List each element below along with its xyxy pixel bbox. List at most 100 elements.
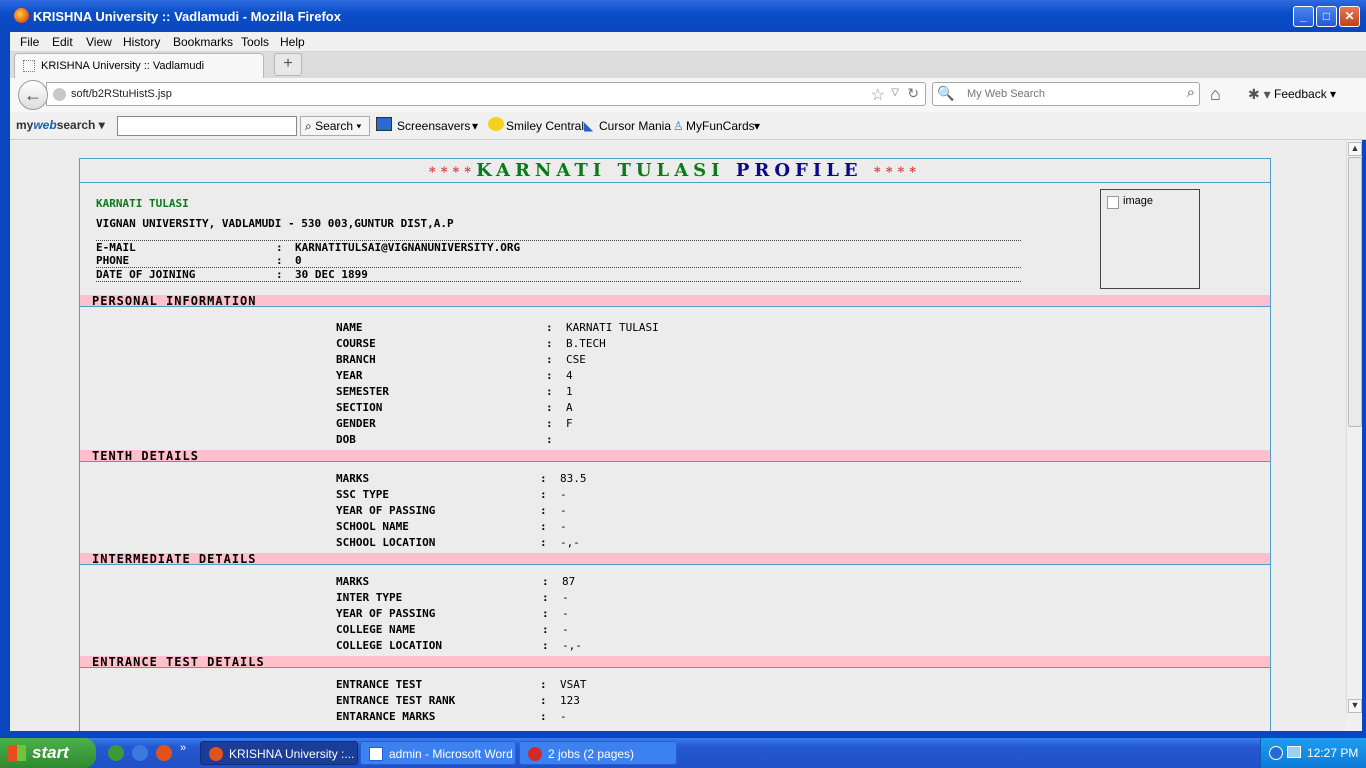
field-colon: : — [542, 607, 549, 620]
quicklaunch-more-icon[interactable]: » — [180, 742, 186, 754]
contact-value: 30 DEC 1899 — [295, 268, 368, 281]
field-colon: : — [540, 488, 547, 501]
bookmark-star-icon[interactable]: ☆ — [871, 85, 885, 105]
mws-logo-web: web — [33, 118, 57, 132]
taskbar: start » KRISHNA University :... admin - … — [0, 738, 1366, 768]
quicklaunch-ie-icon[interactable] — [132, 745, 148, 761]
field-value: - — [560, 488, 567, 501]
feedback-button[interactable]: Feedback ▾ — [1274, 87, 1336, 101]
tray-network-icon[interactable] — [1287, 746, 1301, 758]
maximize-button[interactable]: □ — [1316, 6, 1337, 27]
menu-file[interactable]: File — [20, 35, 39, 49]
field-label: SECTION — [336, 401, 383, 414]
tab-krishna-university[interactable]: KRISHNA University :: Vadlamudi — [14, 53, 264, 78]
search-engine-icon[interactable]: 🔍 — [937, 85, 954, 102]
myfuncards-dropdown-icon[interactable]: ▾ — [754, 119, 760, 133]
field-value: 123 — [560, 694, 580, 707]
mywebsearch-toolbar: mywebsearch ▾ ⌕ Search ▾ Screensavers ▾ … — [10, 112, 1366, 140]
taskbar-button-firefox[interactable]: KRISHNA University :... — [200, 741, 358, 765]
section-personal-information: PERSONAL INFORMATION — [80, 295, 1270, 308]
home-icon[interactable]: ⌂ — [1210, 84, 1221, 105]
student-address: VIGNAN UNIVERSITY, VADLAMUDI - 530 003,G… — [96, 217, 454, 230]
header-profile-word: PROFILE — [735, 160, 863, 181]
mws-logo-my: my — [16, 118, 34, 132]
menu-bookmarks[interactable]: Bookmarks — [173, 35, 233, 49]
field-label: SCHOOL LOCATION — [336, 536, 436, 549]
contact-row-phone: PHONE : 0 — [96, 254, 1021, 267]
toolbar-search-button[interactable]: ⌕ Search ▾ — [300, 116, 370, 136]
field-value: 1 — [566, 385, 573, 398]
window-title: KRISHNA University :: Vadlamudi - Mozill… — [33, 9, 341, 24]
scroll-thumb[interactable] — [1348, 157, 1362, 427]
field-colon: : — [546, 321, 553, 334]
close-button[interactable]: ✕ — [1339, 6, 1360, 27]
pdf-task-icon — [528, 747, 542, 761]
taskbar-label: admin - Microsoft Word — [389, 747, 513, 761]
search-box[interactable]: 🔍 ⌕ — [932, 82, 1200, 106]
toolbar-myfuncards[interactable]: MyFunCards — [686, 119, 755, 133]
field-label: ENTARANCE MARKS — [336, 710, 436, 723]
tab-bar: KRISHNA University :: Vadlamudi + — [10, 52, 1366, 78]
screensavers-icon — [376, 117, 392, 131]
field-value: 4 — [566, 369, 573, 382]
screensavers-dropdown-icon[interactable]: ▾ — [472, 119, 478, 133]
contact-row-email: E-MAIL : KARNATITULSAI@VIGNANUNIVERSITY.… — [96, 241, 1021, 254]
field-value: -,- — [562, 639, 582, 652]
scroll-up-icon[interactable]: ▲ — [1348, 142, 1362, 156]
field-colon: : — [540, 536, 547, 549]
url-history-dropdown-icon[interactable]: ▽ — [891, 87, 899, 98]
field-label: MARKS — [336, 472, 370, 485]
page-favicon-icon — [23, 60, 35, 72]
start-button[interactable]: start — [0, 738, 96, 768]
web-search-input[interactable] — [967, 86, 1167, 102]
quicklaunch-utorrent-icon[interactable] — [108, 745, 124, 761]
menu-bar: File Edit View History Bookmarks Tools H… — [10, 32, 1366, 52]
toolbar-cursor-mania[interactable]: Cursor Mania — [599, 119, 671, 133]
mywebsearch-logo[interactable]: mywebsearch ▾ — [16, 118, 105, 132]
field-colon: : — [542, 591, 549, 604]
addon-icon[interactable]: ✱ ▾ — [1248, 86, 1271, 103]
contact-colon: : — [276, 241, 283, 254]
contact-label: PHONE — [96, 254, 130, 267]
menu-view[interactable]: View — [86, 35, 112, 49]
toolbar-smiley-central[interactable]: Smiley Central — [506, 119, 584, 133]
search-go-icon[interactable]: ⌕ — [1187, 84, 1195, 101]
contact-value: 0 — [295, 254, 302, 267]
section-tenth-details: TENTH DETAILS — [80, 450, 1270, 463]
minimize-button[interactable]: _ — [1293, 6, 1314, 27]
field-colon: : — [542, 639, 549, 652]
photo-alt-text: image — [1123, 195, 1153, 207]
taskbar-button-word[interactable]: admin - Microsoft Word — [360, 741, 516, 765]
field-colon: : — [546, 369, 553, 382]
field-value: CSE — [566, 353, 586, 366]
field-value: F — [566, 417, 573, 430]
menu-edit[interactable]: Edit — [52, 35, 73, 49]
field-value: - — [560, 520, 567, 533]
contact-block: E-MAIL : KARNATITULSAI@VIGNANUNIVERSITY.… — [96, 240, 1021, 282]
profile-header: ****KARNATI TULASI PROFILE **** — [80, 159, 1270, 183]
scroll-down-icon[interactable]: ▼ — [1348, 699, 1362, 713]
firefox-window: KRISHNA University :: Vadlamudi - Mozill… — [0, 0, 1366, 738]
quicklaunch-firefox-icon[interactable] — [156, 745, 172, 761]
menu-history[interactable]: History — [123, 35, 160, 49]
field-colon: : — [540, 678, 547, 691]
toolbar-screensavers[interactable]: Screensavers — [397, 119, 470, 133]
vertical-scrollbar[interactable]: ▲ ▼ — [1346, 141, 1362, 715]
window-border-left — [0, 32, 10, 738]
reload-icon[interactable]: ↻ — [907, 85, 919, 102]
field-value: VSAT — [560, 678, 587, 691]
taskbar-button-print-jobs[interactable]: 2 jobs (2 pages) — [519, 741, 677, 765]
url-bar[interactable]: soft/b2RStuHistS.jsp ☆ ▽ ↻ — [46, 82, 926, 106]
taskbar-label: KRISHNA University :... — [229, 747, 355, 761]
broken-image-icon — [1107, 196, 1119, 209]
taskbar-label: 2 jobs (2 pages) — [548, 747, 635, 761]
tray-expand-icon[interactable] — [1269, 746, 1283, 760]
url-text: soft/b2RStuHistS.jsp — [71, 88, 172, 100]
menu-help[interactable]: Help — [280, 35, 305, 49]
new-tab-button[interactable]: + — [274, 53, 302, 76]
back-button[interactable]: ← — [18, 80, 48, 110]
site-identity-icon[interactable] — [53, 88, 66, 101]
field-colon: : — [546, 417, 553, 430]
menu-tools[interactable]: Tools — [241, 35, 269, 49]
toolbar-search-input[interactable] — [117, 116, 297, 136]
